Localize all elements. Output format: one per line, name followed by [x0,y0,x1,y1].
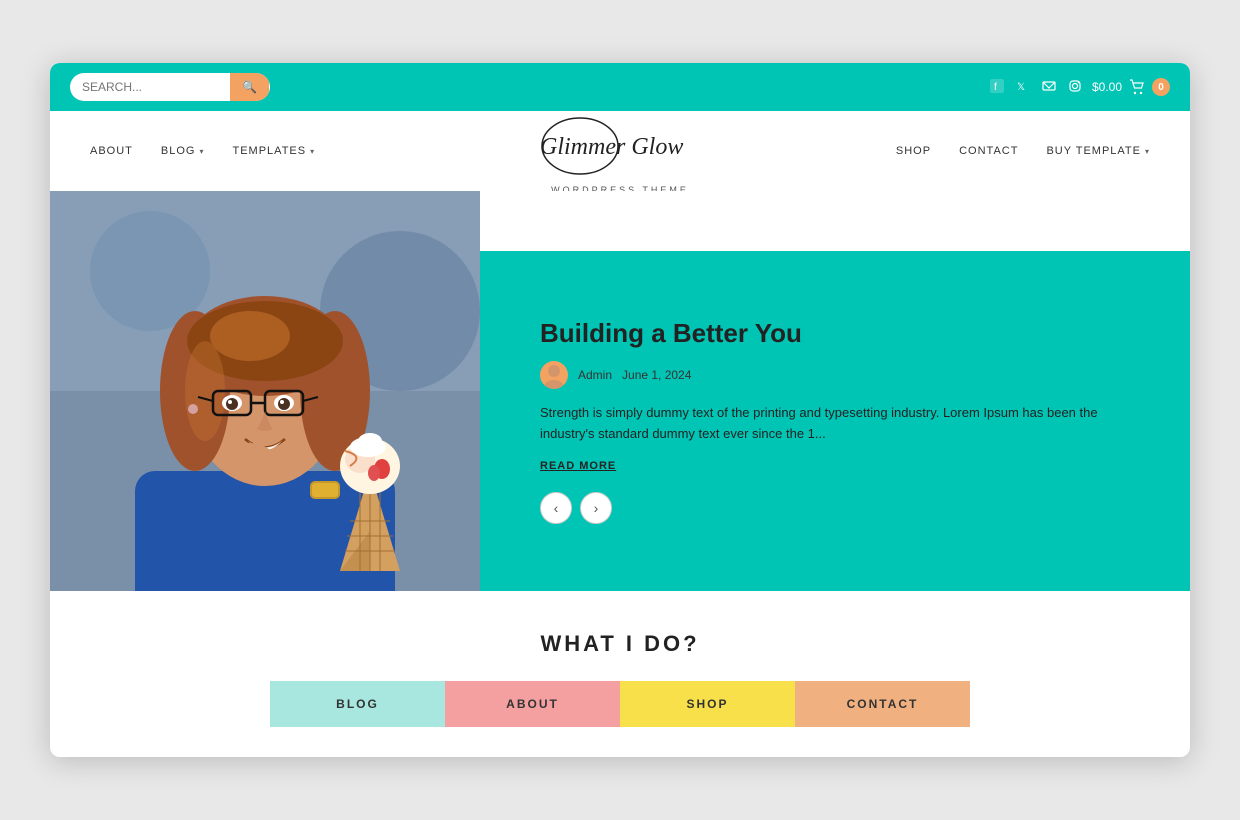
search-wrapper: 🔍 [70,73,270,101]
nav-bar: ABOUT BLOG ▾ TEMPLATES ▾ Glimmer Glow WO… [50,111,1190,191]
post-date: June 1, 2024 [622,368,691,382]
hero-image-container [50,191,480,591]
nav-blog[interactable]: BLOG ▾ [161,145,205,157]
logo-center: Glimmer Glow WORDPRESS THEME [510,108,730,195]
instagram-icon[interactable] [1068,79,1082,96]
chevron-down-icon: ▾ [1145,147,1150,156]
social-icons: f 𝕏 [990,79,1082,96]
hero-section: Building a Better You Admin June 1, 2024… [50,191,1190,591]
svg-text:𝕏: 𝕏 [1017,82,1025,93]
nav-buy-template[interactable]: BUY TEMPLATE ▾ [1046,145,1150,157]
nav-contact[interactable]: CONTACT [959,145,1018,157]
twitter-icon[interactable]: 𝕏 [1016,79,1030,96]
what-section: WHAT I DO? BLOG ABOUT SHOP CONTACT [50,591,1190,757]
what-shop-button[interactable]: SHOP [620,681,795,727]
hero-teal: Building a Better You Admin June 1, 2024… [480,251,1190,591]
what-blog-button[interactable]: BLOG [270,681,445,727]
read-more-link[interactable]: READ MORE [540,460,1140,472]
chevron-down-icon: ▾ [310,147,315,156]
post-author: Admin [578,368,612,382]
svg-text:Glimmer Glow: Glimmer Glow [540,134,683,160]
what-about-button[interactable]: ABOUT [445,681,620,727]
what-title: WHAT I DO? [90,631,1150,657]
nav-about[interactable]: ABOUT [90,145,133,157]
what-contact-button[interactable]: CONTACT [795,681,970,727]
hero-image [50,191,480,591]
hero-top-white [480,191,1190,251]
svg-text:f: f [994,82,997,93]
prev-button[interactable]: ‹ [540,492,572,524]
cart-area[interactable]: $0.00 0 [1092,78,1170,96]
post-excerpt: Strength is simply dummy text of the pri… [540,403,1140,445]
slider-controls: ‹ › [540,492,1140,524]
top-bar: 🔍 f 𝕏 $0.00 0 [50,63,1190,111]
browser-window: 🔍 f 𝕏 $0.00 0 ABOUT [50,63,1190,757]
chevron-down-icon: ▾ [199,147,204,156]
post-title: Building a Better You [540,318,1140,349]
hero-content-area: Building a Better You Admin June 1, 2024… [480,191,1190,591]
next-button[interactable]: › [580,492,612,524]
logo-title: Glimmer Glow [510,108,730,183]
what-buttons: BLOG ABOUT SHOP CONTACT [270,681,970,727]
search-button[interactable]: 🔍 [230,73,269,101]
email-icon[interactable] [1042,79,1056,96]
search-input[interactable] [70,74,230,100]
post-meta: Admin June 1, 2024 [540,361,1140,389]
post-avatar [540,361,568,389]
cart-count: 0 [1152,78,1170,96]
facebook-icon[interactable]: f [990,79,1004,96]
nav-shop[interactable]: SHOP [896,145,931,157]
nav-templates[interactable]: TEMPLATES ▾ [233,145,316,157]
cart-price: $0.00 [1092,80,1122,94]
